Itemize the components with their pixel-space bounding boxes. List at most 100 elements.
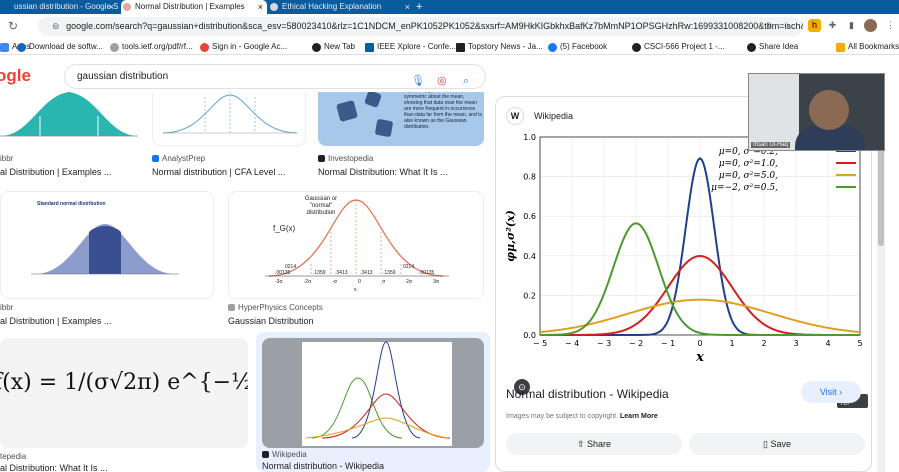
save-label: Save — [770, 439, 791, 449]
y-tick-label: 0.4 — [523, 252, 536, 261]
image-results-grid: ibbr al Distribution | Examples ... Anal… — [0, 92, 490, 472]
result-card[interactable]: AnalystPrep Normal distribution | CFA Le… — [152, 92, 306, 182]
result-title[interactable]: Normal Distribution: What It Is ... — [318, 167, 448, 177]
bookmark-facebook[interactable]: (5) Facebook — [548, 41, 607, 53]
new-tab-button[interactable]: + — [414, 0, 430, 14]
investopedia-favicon-icon — [318, 155, 325, 162]
close-icon[interactable]: × — [405, 0, 410, 14]
result-title[interactable]: Gaussian Distribution — [228, 316, 314, 326]
x-axis-label: x — [695, 350, 704, 363]
close-icon[interactable]: × — [109, 0, 114, 14]
bookmark-ieee[interactable]: IEEE Xplore - Confe... — [365, 41, 456, 53]
close-icon[interactable]: × — [258, 0, 263, 14]
search-query: gaussian distribution — [77, 71, 169, 82]
ieee-icon — [365, 43, 374, 52]
investopedia-blurb: A probability distribution that is symme… — [404, 92, 482, 130]
result-title[interactable]: al Distribution | Examples ... — [0, 167, 111, 177]
bookmark-label: Share Idea — [759, 42, 799, 51]
save-button[interactable]: ▯ Save — [689, 433, 865, 455]
extension-honey-icon[interactable]: h — [808, 19, 821, 32]
site-info-icon[interactable]: ⊜ — [52, 21, 60, 31]
globe-icon — [110, 43, 119, 52]
result-title[interactable]: Normal distribution | CFA Level ... — [152, 167, 285, 177]
formula-text: f(x) = 1/(σ√2π) e^{−½((x−μ)/σ)²} — [0, 370, 248, 395]
hyper-x-label: x — [354, 287, 357, 293]
bookmark-google-signin[interactable]: Sign in - Google Ac... — [200, 41, 287, 53]
bookmark-ietf[interactable]: tools.ietf.org/pdf/rf... — [110, 41, 193, 53]
source-name: Investopedia — [328, 154, 374, 163]
result-title[interactable]: al Distribution: What It Is ... — [0, 463, 108, 472]
visit-button[interactable]: Visit › — [801, 381, 861, 403]
google-lens-icon[interactable]: ◎ — [437, 70, 447, 93]
result-thumbnail[interactable]: f(x) = 1/(σ√2π) e^{−½((x−μ)/σ)²} — [0, 338, 248, 448]
result-thumbnail[interactable]: Standard normal distribution — [0, 191, 214, 299]
result-thumbnail[interactable]: A probability distribution that is symme… — [318, 92, 484, 146]
x-tick-label: 2 — [761, 339, 766, 348]
result-thumbnail[interactable] — [0, 92, 138, 146]
bookmark-all[interactable]: All Bookmarks — [836, 41, 899, 53]
bookmark-csci[interactable]: CSCI-566 Project 1 -... — [632, 41, 724, 53]
apps-grid-icon — [0, 43, 9, 52]
bookmark-download[interactable]: Download de softw... — [17, 41, 103, 53]
result-thumbnail[interactable]: Gaussian or "normal" distribution f_G(x)… — [228, 191, 484, 299]
panel-site-name[interactable]: Wikipedia — [534, 111, 573, 121]
tab-google-search[interactable]: ussian distribution - Google S × — [0, 0, 118, 14]
scrollbar-thumb[interactable] — [878, 136, 884, 246]
bookmark-star-icon[interactable]: ☆ — [781, 20, 794, 33]
tab-ethical-hacking[interactable]: Ethical Hacking Explanation × — [268, 0, 414, 14]
logo-text: ogle — [0, 66, 31, 85]
refresh-icon[interactable]: ↻ — [6, 19, 20, 33]
extensions-puzzle-icon[interactable]: ✚ — [826, 19, 839, 32]
axis-tick: -3σ — [275, 279, 283, 285]
webcam-overlay[interactable]: Ihsan Ul-Haq — [748, 73, 885, 151]
share-page-icon[interactable]: ⇪ — [763, 20, 776, 33]
learn-more-link[interactable]: Learn More — [620, 413, 658, 420]
bell-curve-thumbnail — [0, 92, 138, 137]
result-thumbnail[interactable] — [262, 338, 484, 448]
source-name: HyperPhysics Concepts — [238, 303, 323, 312]
url-field[interactable]: ⊜ google.com/search?q=gaussian+distribut… — [38, 17, 803, 36]
bookmark-label: IEEE Xplore - Confe... — [377, 42, 456, 51]
axis-tick: σ — [381, 279, 386, 285]
result-card[interactable]: ibbr al Distribution | Examples ... — [0, 92, 138, 182]
bookmark-new-tab[interactable]: New Tab — [312, 41, 355, 53]
github-icon — [632, 43, 641, 52]
result-title[interactable]: Normal distribution - Wikipedia — [262, 461, 384, 471]
result-title[interactable]: al Distribution | Examples ... — [0, 316, 111, 326]
tab-label: Ethical Hacking Explanation — [282, 2, 382, 11]
bookmark-label: Topstory News - Ja... — [468, 42, 543, 51]
bookmarks-bar: Apps Download de softw... tools.ietf.org… — [0, 39, 899, 55]
search-icon[interactable]: ⌕ — [463, 70, 469, 93]
tab-normal-distribution[interactable]: Normal Distribution | Examples × — [121, 0, 267, 14]
chevron-right-icon: › — [839, 387, 843, 397]
microphone-icon[interactable]: 🎙 — [411, 70, 425, 93]
result-thumbnail[interactable] — [152, 92, 306, 146]
bookmark-topstory[interactable]: Topstory News - Ja... — [456, 41, 543, 53]
panel-title[interactable]: Normal distribution - Wikipedia — [506, 387, 669, 401]
tab-label: ussian distribution - Google S — [14, 2, 118, 11]
hyper-label: 0214 — [403, 264, 415, 270]
bookmark-share-idea[interactable]: Share Idea — [747, 41, 798, 53]
address-bar: ↻ ⊜ google.com/search?q=gaussian+distrib… — [0, 14, 899, 39]
result-card-selected[interactable]: Wikipedia Normal distribution - Wikipedi… — [256, 332, 490, 472]
standard-normal-thumbnail — [31, 224, 179, 275]
google-g-icon — [200, 43, 209, 52]
avatar[interactable] — [864, 19, 877, 32]
result-card[interactable]: Standard normal distribution ibbr al Dis… — [0, 191, 214, 331]
sidepanel-icon[interactable]: ▮ — [845, 19, 858, 32]
panel-scrollbar[interactable] — [877, 96, 885, 472]
bookmark-icon: ▯ — [763, 439, 768, 449]
result-card[interactable]: A probability distribution that is symme… — [318, 92, 484, 182]
menu-dots-icon[interactable]: ⋮ — [884, 19, 897, 32]
globe-icon — [270, 3, 278, 11]
bookmark-label: tools.ietf.org/pdf/rf... — [122, 42, 193, 51]
y-tick-label: 0.8 — [523, 173, 536, 182]
normal-distribution-chart: − 5 − 4 − 3 − 2 − 1 0 1 2 3 4 5 0.0 0.2 0.4 0.6 0.8 1.0 x… — [504, 133, 863, 365]
result-card[interactable]: f(x) = 1/(σ√2π) e^{−½((x−μ)/σ)²} tepedia… — [0, 338, 248, 472]
search-input[interactable]: gaussian distribution 🎙 ◎ ⌕ — [64, 64, 486, 89]
google-logo[interactable]: ogle — [0, 66, 31, 86]
tab-label: Normal Distribution | Examples — [135, 2, 245, 11]
share-button[interactable]: ⇧ Share — [506, 433, 682, 455]
result-card[interactable]: Gaussian or "normal" distribution f_G(x)… — [228, 191, 484, 331]
source-name: tepedia — [0, 452, 27, 461]
